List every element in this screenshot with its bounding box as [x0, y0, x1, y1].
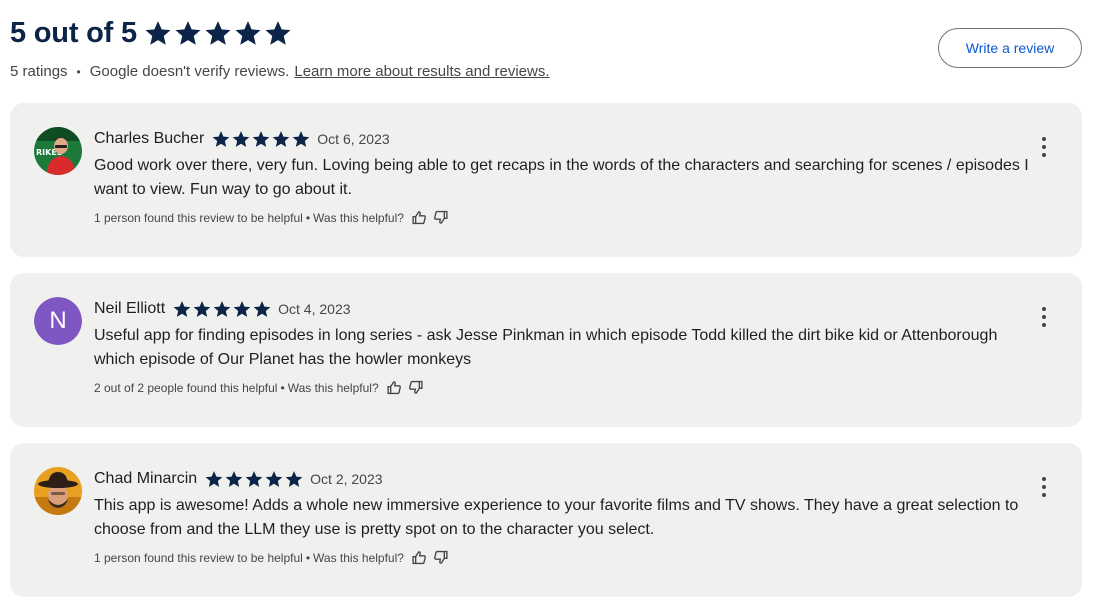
review-card: RIKES Charles Bucher Oct 6, 2023 Good wo…: [10, 103, 1082, 257]
reviewer-name[interactable]: Neil Elliott: [94, 300, 165, 318]
thumbs-up-icon[interactable]: [386, 379, 403, 396]
star-icon: [205, 21, 231, 45]
thumbs-down-icon[interactable]: [432, 549, 449, 566]
star-icon: [212, 131, 230, 147]
write-review-button[interactable]: Write a review: [938, 28, 1082, 68]
review-text: Good work over there, very fun. Loving b…: [94, 157, 1029, 198]
review-header: Neil Elliott Oct 4, 2023: [94, 298, 351, 320]
more-vert-icon[interactable]: [1040, 477, 1048, 497]
review-stars: [172, 299, 272, 319]
star-icon: [145, 21, 171, 45]
review-header: Chad Minarcin Oct 2, 2023: [94, 468, 383, 490]
review-date: Oct 4, 2023: [278, 301, 351, 317]
ratings-summary: 5 out of 5 5 ratings • Google doesn't ve…: [10, 14, 1082, 86]
thumbs-up-icon[interactable]: [411, 209, 428, 226]
star-icon: [233, 301, 251, 317]
helpful-prompt: Was this helpful?: [313, 550, 404, 565]
helpful-prompt: Was this helpful?: [313, 210, 404, 225]
star-icon: [232, 131, 250, 147]
star-icon: [235, 21, 261, 45]
star-icon: [265, 21, 291, 45]
review-date: Oct 6, 2023: [317, 131, 390, 147]
star-icon: [285, 471, 303, 487]
review-stars: [211, 129, 311, 149]
star-icon: [253, 301, 271, 317]
reviewer-name[interactable]: Charles Bucher: [94, 130, 204, 148]
reviewer-name[interactable]: Chad Minarcin: [94, 470, 197, 488]
review-text: This app is awesome! Adds a whole new im…: [94, 497, 1019, 538]
avatar-letter: N: [34, 297, 82, 345]
helpful-count: 1 person found this review to be helpful: [94, 210, 303, 225]
learn-more-link[interactable]: Learn more about results and reviews.: [294, 63, 549, 80]
ratings-meta: 5 ratings • Google doesn't verify review…: [10, 63, 550, 80]
star-icon: [265, 471, 283, 487]
helpful-prompt: Was this helpful?: [287, 380, 379, 395]
avatar-photo: RIKES: [34, 127, 82, 175]
score-text: 5 out of 5: [10, 16, 137, 49]
review-text: Useful app for finding episodes in long …: [94, 327, 998, 368]
avatar[interactable]: N: [34, 297, 82, 345]
helpful-row: 1 person found this review to be helpful…: [94, 549, 449, 566]
star-icon: [205, 471, 223, 487]
avatar[interactable]: RIKES: [34, 127, 82, 175]
more-vert-icon[interactable]: [1040, 137, 1048, 157]
star-icon: [292, 131, 310, 147]
review-stars: [204, 469, 304, 489]
review-card: Chad Minarcin Oct 2, 2023 This app is aw…: [10, 443, 1082, 597]
meta-separator: •: [76, 64, 81, 79]
avatar-photo: [34, 467, 82, 515]
helpful-separator: •: [305, 550, 311, 565]
helpful-count: 1 person found this review to be helpful: [94, 550, 303, 565]
helpful-separator: •: [305, 210, 311, 225]
verify-disclaimer: Google doesn't verify reviews.: [89, 63, 290, 80]
star-icon: [175, 21, 201, 45]
helpful-row: 1 person found this review to be helpful…: [94, 209, 449, 226]
star-icon: [225, 471, 243, 487]
score-line: 5 out of 5: [10, 14, 1082, 52]
summary-stars: [143, 18, 293, 48]
review-card: N Neil Elliott Oct 4, 2023 Useful app fo…: [10, 273, 1082, 427]
star-icon: [193, 301, 211, 317]
thumbs-up-icon[interactable]: [411, 549, 428, 566]
star-icon: [252, 131, 270, 147]
helpful-separator: •: [280, 380, 285, 395]
star-icon: [213, 301, 231, 317]
more-vert-icon[interactable]: [1040, 307, 1048, 327]
review-date: Oct 2, 2023: [310, 471, 383, 487]
star-icon: [272, 131, 290, 147]
star-icon: [173, 301, 191, 317]
ratings-count: 5 ratings: [10, 63, 68, 80]
helpful-count: 2 out of 2 people found this helpful: [94, 380, 278, 395]
thumbs-down-icon[interactable]: [407, 379, 424, 396]
helpful-row: 2 out of 2 people found this helpful • W…: [94, 379, 424, 396]
thumbs-down-icon[interactable]: [432, 209, 449, 226]
review-header: Charles Bucher Oct 6, 2023: [94, 128, 390, 150]
star-icon: [245, 471, 263, 487]
avatar[interactable]: [34, 467, 82, 515]
